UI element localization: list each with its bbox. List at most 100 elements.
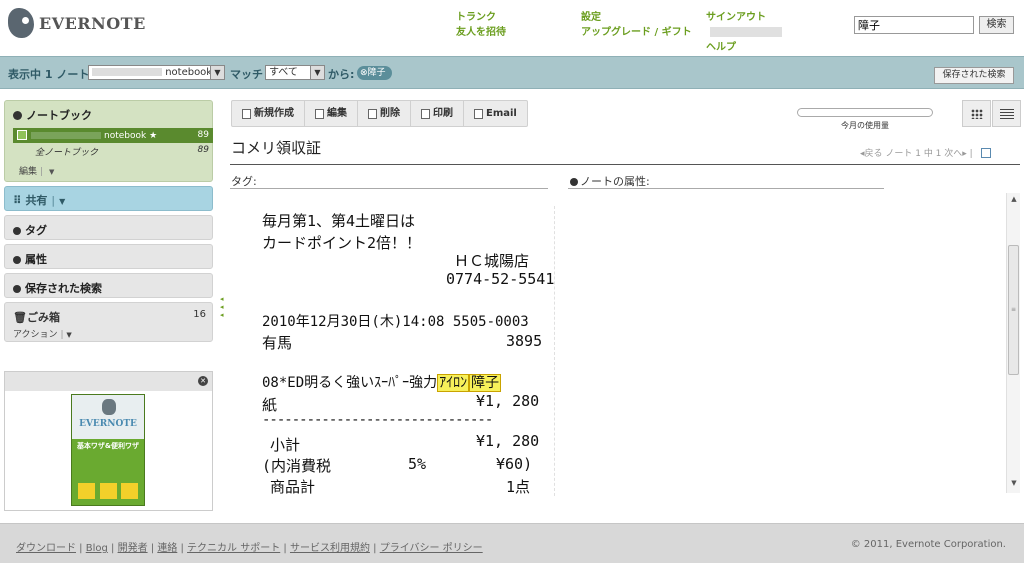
nav-trunk[interactable]: トランク bbox=[456, 10, 506, 25]
usage-bar bbox=[797, 108, 933, 117]
notebooks-panel: ノートブック notebook ★ 89 全ノートブック 89 編集 | ▼ bbox=[4, 100, 213, 182]
new-note-icon bbox=[242, 108, 251, 119]
saved-searches-panel[interactable]: 保存された検索 bbox=[4, 273, 213, 298]
from-label: から: bbox=[328, 68, 355, 81]
note-attributes-toggle[interactable]: ノートの属性: bbox=[570, 173, 650, 189]
nav-upgrade[interactable]: アップグレード / ギフト bbox=[581, 25, 692, 40]
receipt-line: カードポイント2倍！！ bbox=[262, 234, 422, 252]
receipt-line: 毎月第1、第4土曜日は bbox=[262, 212, 416, 230]
nav-settings[interactable]: 設定 bbox=[581, 10, 692, 25]
sidebar-item-all-notebooks[interactable]: 全ノートブック 89 bbox=[35, 145, 213, 158]
footer-link-download[interactable]: ダウンロード bbox=[16, 543, 76, 554]
close-icon[interactable]: ✕ bbox=[198, 376, 208, 386]
notebooks-header[interactable]: ノートブック bbox=[5, 101, 212, 129]
expand-icon bbox=[13, 285, 21, 293]
filter-pill[interactable]: ⊗障子 bbox=[357, 66, 392, 80]
save-search-button[interactable]: 保存された検索 bbox=[934, 67, 1014, 84]
elephant-icon bbox=[8, 8, 34, 38]
ad-book-title: EVERNOTE bbox=[72, 395, 144, 439]
logo-text: EVERNOTE bbox=[39, 13, 146, 33]
footer-link-developers[interactable]: 開発者 bbox=[118, 543, 148, 554]
scroll-down-icon[interactable]: ▼ bbox=[1007, 479, 1021, 491]
receipt-item-price: ¥1, 280 bbox=[476, 392, 540, 410]
expand-icon bbox=[570, 178, 578, 186]
receipt-phone: 0774-52-5541 bbox=[446, 270, 555, 288]
note-toolbar: 新規作成 編集 削除 印刷 Email bbox=[231, 100, 528, 127]
nav-invite[interactable]: 友人を招待 bbox=[456, 25, 506, 40]
notebook-select[interactable]: notebook ▼ bbox=[88, 65, 225, 80]
receipt-clerk: 有馬 bbox=[262, 334, 293, 352]
new-note-button[interactable]: 新規作成 bbox=[232, 101, 305, 126]
print-button[interactable]: 印刷 bbox=[411, 101, 464, 126]
list-view-button[interactable] bbox=[992, 100, 1021, 127]
receipt-subtotal: ¥1, 280 bbox=[476, 432, 540, 450]
email-icon bbox=[474, 108, 483, 119]
sync-icon bbox=[17, 130, 27, 140]
nav-help[interactable]: ヘルプ bbox=[706, 40, 782, 55]
edit-icon bbox=[315, 108, 324, 119]
delete-icon bbox=[368, 108, 377, 119]
footer-link-privacy[interactable]: プライバシー ポリシー bbox=[380, 543, 483, 554]
edit-button[interactable]: 編集 bbox=[305, 101, 358, 126]
receipt-divider: ------------------------------- bbox=[262, 412, 493, 428]
chevron-down-icon: ▼ bbox=[48, 168, 55, 176]
nav-col-3: サインアウト ヘルプ bbox=[706, 10, 782, 55]
close-icon[interactable]: ⊗ bbox=[360, 68, 368, 78]
pane-splitter-handle[interactable]: ◂ ◂ ◂ bbox=[220, 295, 226, 319]
email-button[interactable]: Email bbox=[464, 101, 527, 126]
copyright: © 2011, Evernote Corporation. bbox=[850, 539, 1006, 550]
footer: ダウンロード | Blog | 開発者 | 連絡 | テクニカル サポート | … bbox=[0, 523, 1024, 563]
chevron-down-icon: ▼ bbox=[59, 197, 66, 206]
trash-icon: 🗑 bbox=[13, 311, 27, 324]
trash-panel[interactable]: 🗑ごみ箱 16 アクション | ▼ bbox=[4, 302, 213, 342]
search-highlight: ｱｲﾛﾝ bbox=[437, 374, 470, 392]
sidebar-item-notebook[interactable]: notebook ★ 89 bbox=[13, 128, 213, 143]
chevron-down-icon: ▼ bbox=[66, 331, 72, 339]
usage-label: 今月の使用量 bbox=[841, 121, 889, 130]
footer-link-contact[interactable]: 連絡 bbox=[157, 543, 177, 554]
note-scrollbar[interactable]: ▲ ≡ ▼ bbox=[1006, 193, 1020, 493]
receipt-item: 08*ED明るく強いｽｰﾊﾟｰ強力 ｱｲﾛﾝ 障子 bbox=[262, 374, 502, 392]
tags-label[interactable]: タグ: bbox=[231, 173, 257, 189]
match-label: マッチ bbox=[230, 68, 263, 81]
notebook-count: 89 bbox=[197, 130, 209, 140]
tags-panel[interactable]: タグ bbox=[4, 215, 213, 240]
shared-icon: ⠿ bbox=[13, 194, 22, 207]
trash-action-menu[interactable]: アクション | ▼ bbox=[13, 327, 72, 340]
collapse-icon bbox=[13, 111, 22, 120]
expand-icon bbox=[13, 256, 21, 264]
list-icon bbox=[1000, 109, 1014, 119]
open-external-icon[interactable] bbox=[980, 148, 991, 158]
receipt-image: 毎月第1、第4土曜日は カードポイント2倍！！ ＨＣ城陽店 0774-52-55… bbox=[232, 196, 558, 506]
note-pager[interactable]: ◂戻る ノート 1 中 1 次へ▸ | bbox=[860, 146, 991, 159]
sidebar: ノートブック notebook ★ 89 全ノートブック 89 編集 | ▼ ⠿ 共… bbox=[4, 100, 213, 342]
ad-panel: ✕ EVERNOTE 基本ワザ&便利ワザ bbox=[4, 371, 213, 511]
receipt-tax-amount: ¥60) bbox=[496, 455, 533, 473]
print-icon bbox=[421, 108, 430, 119]
receipt-store: ＨＣ城陽店 bbox=[454, 252, 530, 270]
showing-count: 表示中 1 ノート bbox=[8, 68, 90, 81]
ad-book-subtitle: 基本ワザ&便利ワザ bbox=[76, 442, 140, 450]
receipt-subtotal-label: 小計 bbox=[270, 436, 301, 454]
search-highlight: 障子 bbox=[469, 374, 502, 392]
delete-button[interactable]: 削除 bbox=[358, 101, 411, 126]
footer-link-terms[interactable]: サービス利用規約 bbox=[290, 543, 370, 554]
scroll-up-icon[interactable]: ▲ bbox=[1007, 195, 1021, 207]
scroll-thumb[interactable]: ≡ bbox=[1008, 245, 1019, 375]
grid-view-button[interactable] bbox=[962, 100, 991, 127]
receipt-tax-label: (内消費税 bbox=[262, 457, 332, 475]
notebook-edit-menu[interactable]: 編集 | ▼ bbox=[19, 164, 54, 177]
attributes-panel[interactable]: 属性 bbox=[4, 244, 213, 269]
ad-book-image[interactable]: EVERNOTE 基本ワザ&便利ワザ bbox=[71, 394, 145, 506]
receipt-tax-rate: 5% bbox=[408, 455, 427, 473]
shared-panel[interactable]: ⠿ 共有 | ▼ bbox=[4, 186, 213, 211]
match-select[interactable]: すべて ▼ bbox=[265, 65, 325, 80]
search-input[interactable] bbox=[854, 16, 974, 34]
evernote-logo[interactable]: EVERNOTE bbox=[8, 8, 146, 38]
chevron-down-icon: ▼ bbox=[310, 66, 324, 79]
footer-link-blog[interactable]: Blog bbox=[86, 543, 108, 554]
search-button[interactable]: 検索 bbox=[979, 16, 1014, 34]
nav-signout[interactable]: サインアウト bbox=[706, 10, 782, 40]
receipt-datetime: 2010年12月30日(木)14:08 5505-0003 bbox=[262, 314, 529, 330]
footer-link-support[interactable]: テクニカル サポート bbox=[187, 543, 280, 554]
